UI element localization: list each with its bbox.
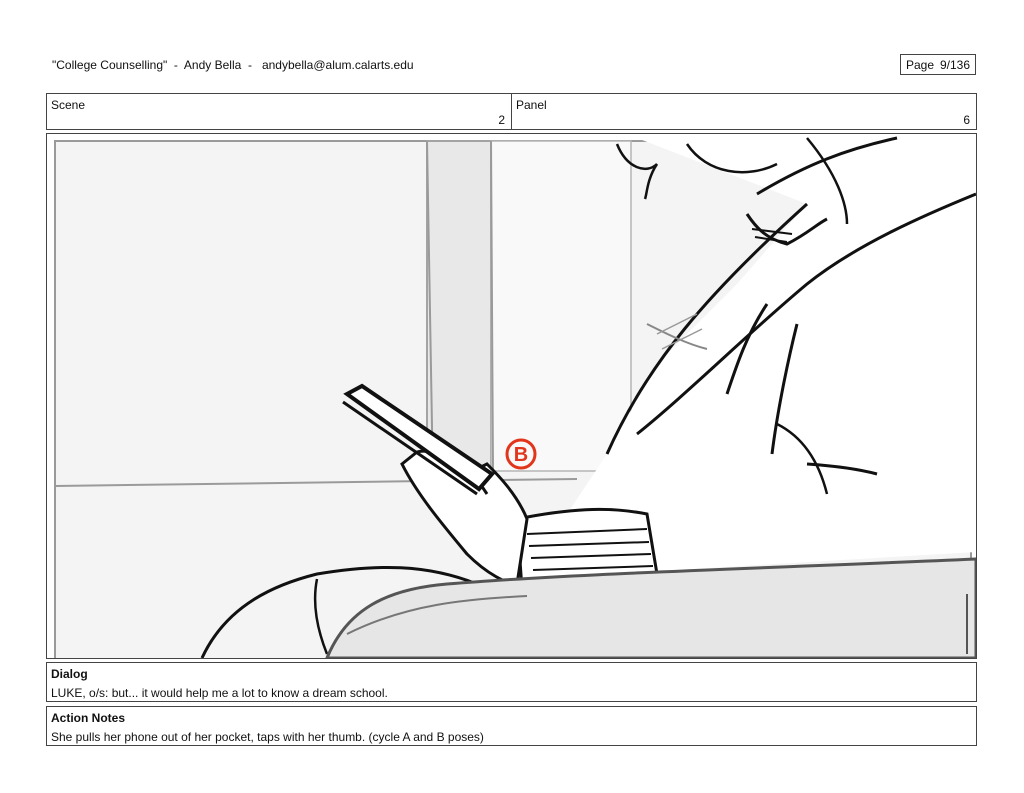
scene-cell: Scene 2 bbox=[47, 94, 511, 129]
panel-label: Panel bbox=[516, 98, 547, 112]
storyboard-title: "College Counselling" - Andy Bella - and… bbox=[52, 58, 414, 72]
action-notes-label: Action Notes bbox=[51, 711, 126, 725]
dialog-text: LUKE, o/s: but... it would help me a lot… bbox=[51, 686, 388, 700]
dialog-label: Dialog bbox=[51, 667, 88, 681]
scene-label: Scene bbox=[51, 98, 86, 112]
storyboard-panel: B bbox=[46, 133, 977, 659]
sketch-artwork: B bbox=[54, 136, 976, 658]
panel-number: 6 bbox=[963, 113, 970, 127]
action-notes-box: Action Notes She pulls her phone out of … bbox=[46, 706, 977, 746]
scene-panel-row: Scene 2 Panel 6 bbox=[46, 93, 977, 130]
page-number: 9/136 bbox=[940, 57, 971, 72]
action-notes-text: She pulls her phone out of her pocket, t… bbox=[51, 730, 484, 744]
panel-cell: Panel 6 bbox=[511, 94, 976, 129]
page-label: Page bbox=[905, 57, 934, 72]
scene-number: 2 bbox=[498, 113, 505, 127]
pose-b-marker: B bbox=[514, 444, 528, 466]
page-indicator: Page 9/136 bbox=[900, 54, 976, 75]
dialog-box: Dialog LUKE, o/s: but... it would help m… bbox=[46, 662, 977, 702]
